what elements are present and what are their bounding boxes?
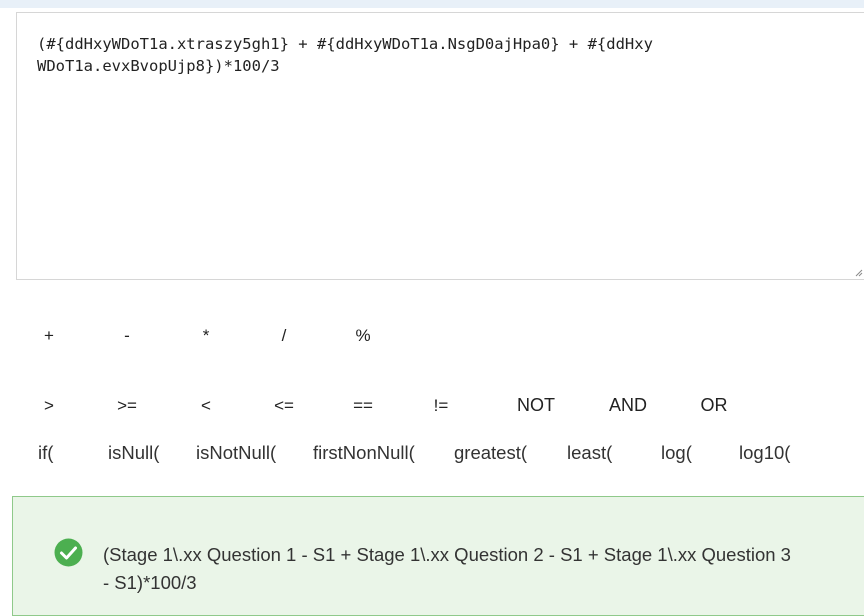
function-if-button[interactable]: if( bbox=[38, 442, 53, 464]
operator-not-button[interactable]: NOT bbox=[517, 395, 555, 416]
operator-and-button[interactable]: AND bbox=[609, 395, 647, 416]
function-isnull-button[interactable]: isNull( bbox=[108, 442, 159, 464]
operator-plus-button[interactable]: + bbox=[44, 326, 54, 346]
operator-divide-button[interactable]: / bbox=[282, 326, 287, 346]
operator-modulo-button[interactable]: % bbox=[355, 326, 370, 346]
resize-grip-icon[interactable] bbox=[855, 269, 863, 277]
formula-result-panel: (Stage 1\.xx Question 1 - S1 + Stage 1\.… bbox=[12, 496, 864, 616]
operator-less-equal-button[interactable]: <= bbox=[274, 396, 294, 416]
operator-minus-button[interactable]: - bbox=[124, 326, 130, 346]
operator-less-button[interactable]: < bbox=[201, 396, 211, 416]
function-log10-button[interactable]: log10( bbox=[739, 442, 790, 464]
operator-or-button[interactable]: OR bbox=[701, 395, 728, 416]
operator-multiply-button[interactable]: * bbox=[203, 326, 210, 346]
function-log-button[interactable]: log( bbox=[661, 442, 692, 464]
operator-greater-equal-button[interactable]: >= bbox=[117, 396, 137, 416]
operator-equal-button[interactable]: == bbox=[353, 396, 373, 416]
operator-not-equal-button[interactable]: != bbox=[434, 396, 449, 416]
function-isnotnull-button[interactable]: isNotNull( bbox=[196, 442, 276, 464]
operator-greater-button[interactable]: > bbox=[44, 396, 54, 416]
function-least-button[interactable]: least( bbox=[567, 442, 612, 464]
function-firstnonnull-button[interactable]: firstNonNull( bbox=[313, 442, 415, 464]
check-circle-icon bbox=[54, 538, 83, 567]
formula-text[interactable]: (#{ddHxyWDoT1a.xtraszy5gh1} + #{ddHxyWDo… bbox=[37, 33, 657, 77]
formula-description: (Stage 1\.xx Question 1 - S1 + Stage 1\.… bbox=[103, 544, 791, 593]
top-strip bbox=[0, 0, 864, 8]
function-greatest-button[interactable]: greatest( bbox=[454, 442, 527, 464]
formula-editor[interactable]: (#{ddHxyWDoT1a.xtraszy5gh1} + #{ddHxyWDo… bbox=[16, 12, 864, 280]
